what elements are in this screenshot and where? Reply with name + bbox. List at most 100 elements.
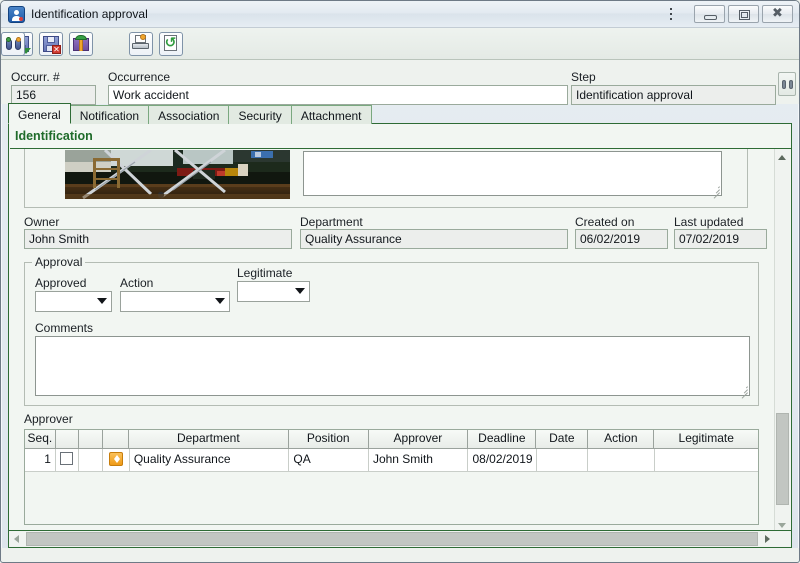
search-binoculars-button[interactable] [1,32,25,56]
scroll-right-button[interactable] [759,531,775,547]
window-menu-dots-icon[interactable] [665,8,677,22]
horizontal-scrollbar[interactable] [8,530,792,548]
owner-input[interactable]: John Smith [24,229,292,249]
action-label: Action [120,276,154,290]
approver-group: Approver Seq. Department Position Approv… [24,412,759,525]
general-tab-panel: Identification Owner John Smith Departme… [8,123,792,534]
cell-checkbox[interactable] [55,449,80,472]
scroll-left-button[interactable] [9,531,25,547]
toolbar: ✕ ↺ [1,28,799,60]
column-header-select[interactable] [55,430,79,449]
description-textarea[interactable] [303,151,722,199]
binoculars-icon [4,35,22,53]
legitimate-select[interactable] [237,281,310,302]
table-empty-area [25,472,758,524]
print-button[interactable] [129,32,153,56]
gift-package-icon [72,35,90,53]
chevron-down-icon [295,288,305,294]
occurrence-input[interactable]: Work accident [108,85,568,105]
cell-seq: 1 [25,449,56,472]
comments-label: Comments [35,321,94,335]
cell-status [103,449,130,472]
column-header-approver[interactable]: Approver [368,430,469,449]
chevron-down-icon [215,298,225,304]
package-button[interactable] [69,32,93,56]
approved-select[interactable] [35,291,112,312]
app-person-icon [8,6,25,23]
close-button[interactable]: ✖ [762,5,793,23]
orange-updown-arrow-icon [109,451,124,466]
comments-textarea[interactable] [35,336,750,399]
maximize-button[interactable] [728,5,759,23]
department-input[interactable]: Quality Assurance [300,229,568,249]
column-header-department[interactable]: Department [128,430,289,449]
cell-spacer1 [79,449,104,472]
tab-notification[interactable]: Notification [69,105,150,124]
tab-security[interactable]: Security [228,105,292,124]
column-header-legitimate[interactable]: Legitimate [654,430,758,449]
save-and-close-button[interactable]: ✕ [39,32,63,56]
column-header-seq[interactable]: Seq. [25,430,56,449]
tab-general[interactable]: General [8,103,71,124]
action-select[interactable] [120,291,230,312]
scroll-left-arrow-icon [14,535,19,543]
column-header-position[interactable]: Position [288,430,369,449]
cell-department: Quality Assurance [129,449,290,472]
column-header-action[interactable]: Action [588,430,655,449]
vertical-scrollbar[interactable] [774,149,790,533]
legitimate-label: Legitimate [237,266,293,280]
status-bar [1,548,799,562]
approved-label: Approved [35,276,87,290]
scroll-up-button[interactable] [775,149,790,165]
occurrence-photo[interactable] [65,150,290,199]
cell-action [588,449,655,472]
window-controls: ✖ [691,5,793,23]
header-fields: Occurr. # 156 Occurrence Work accident S… [1,60,799,105]
identification-media-box [24,149,748,208]
approval-group: Approval Approved Action Legitimate Comm… [24,255,759,406]
column-header-deadline[interactable]: Deadline [468,430,537,449]
created-on-input[interactable]: 06/02/2019 [575,229,668,249]
cell-legitimate [654,449,758,472]
approver-group-legend: Approver [24,412,76,426]
vertical-scroll-thumb[interactable] [776,413,789,505]
metadata-fields: Owner John Smith Department Quality Assu… [24,215,767,251]
occurrence-photo-image [65,150,290,199]
step-lookup-button[interactable] [778,72,796,96]
resize-grip-icon[interactable] [711,185,720,199]
window-title: Identification approval [31,7,148,21]
occurrence-number-label: Occurr. # [11,70,60,84]
column-header-spacer1[interactable] [78,430,103,449]
owner-label: Owner [24,215,60,229]
horizontal-scroll-thumb[interactable] [26,532,758,546]
scroll-down-arrow-icon [778,523,786,528]
refresh-icon: ↺ [164,35,177,51]
row-checkbox[interactable] [59,452,73,466]
form-content: Owner John Smith Department Quality Assu… [10,149,775,533]
tab-association[interactable]: Association [148,105,230,124]
cell-position: QA [289,449,369,472]
last-updated-input[interactable]: 07/02/2019 [674,229,767,249]
application-window: Identification approval ✖ ✕ ↺ Occurr. # … [0,0,800,563]
department-label: Department [300,215,363,229]
minimize-button[interactable] [694,5,725,23]
cell-deadline: 08/02/2019 [468,449,537,472]
table-row[interactable]: 1 Quality Assurance QA John Smith 08/02/… [25,449,758,472]
resize-grip-icon[interactable] [739,385,748,399]
approver-table-header: Seq. Department Position Approver Deadli… [25,430,758,449]
step-input[interactable]: Identification approval [571,85,776,105]
column-header-date[interactable]: Date [536,430,589,449]
cell-date [536,449,589,472]
created-on-label: Created on [575,215,635,229]
scroll-up-arrow-icon [778,155,786,160]
form-scroll-area: Owner John Smith Department Quality Assu… [10,149,791,533]
approver-table: Seq. Department Position Approver Deadli… [24,429,759,525]
occurrence-number-input[interactable]: 156 [11,85,96,105]
binoculars-lookup-icon [782,80,793,89]
tab-attachment[interactable]: Attachment [290,105,372,124]
column-header-status[interactable] [102,430,129,449]
title-bar: Identification approval ✖ [1,1,799,28]
cell-approver: John Smith [368,449,469,472]
refresh-button[interactable]: ↺ [159,32,183,56]
minimize-icon [704,15,717,20]
